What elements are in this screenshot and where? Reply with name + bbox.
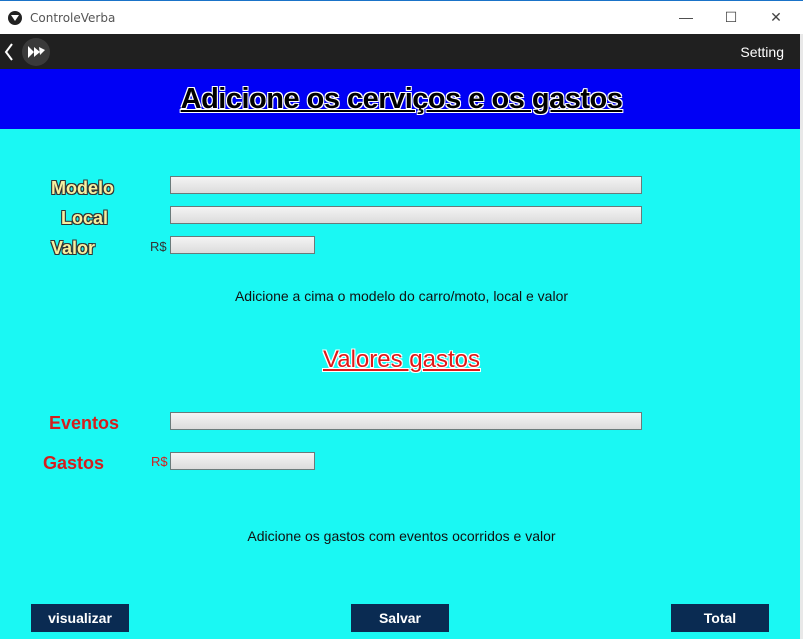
app-logo-icon[interactable] <box>22 38 50 66</box>
gastos-currency: R$ <box>151 454 168 469</box>
valor-label: Valor <box>51 238 96 258</box>
gastos-input[interactable] <box>170 452 315 470</box>
eventos-label: Eventos <box>49 413 120 433</box>
visualizar-button[interactable]: visualizar <box>31 604 129 632</box>
action-bar: Setting <box>0 34 803 69</box>
app-icon <box>8 11 22 25</box>
section-title-gastos: Valores gastos <box>323 346 480 373</box>
eventos-input[interactable] <box>170 412 642 430</box>
back-chevron-icon[interactable] <box>3 41 15 63</box>
page-header: Adicione os cerviços e os gastos <box>0 69 803 129</box>
form2-hint: Adicione os gastos com eventos ocorridos… <box>247 528 556 544</box>
window-title: ControleVerba <box>30 11 116 25</box>
total-button[interactable]: Total <box>671 604 769 632</box>
valor-currency: R$ <box>150 239 167 254</box>
page-title: Adicione os cerviços e os gastos <box>180 83 623 115</box>
maximize-button[interactable]: ☐ <box>721 7 741 27</box>
close-button[interactable]: ✕ <box>766 7 786 27</box>
local-label: Local <box>61 208 109 228</box>
minimize-button[interactable]: — <box>676 7 696 27</box>
gastos-label: Gastos <box>43 453 105 473</box>
modelo-input[interactable] <box>170 176 642 194</box>
local-input[interactable] <box>170 206 642 224</box>
salvar-button[interactable]: Salvar <box>351 604 449 632</box>
window-titlebar: ControleVerba — ☐ ✕ <box>0 0 803 34</box>
settings-button[interactable]: Setting <box>740 44 784 60</box>
modelo-label: Modelo <box>51 178 114 198</box>
valor-input[interactable] <box>170 236 315 254</box>
form1-hint: Adicione a cima o modelo do carro/moto, … <box>234 288 569 304</box>
